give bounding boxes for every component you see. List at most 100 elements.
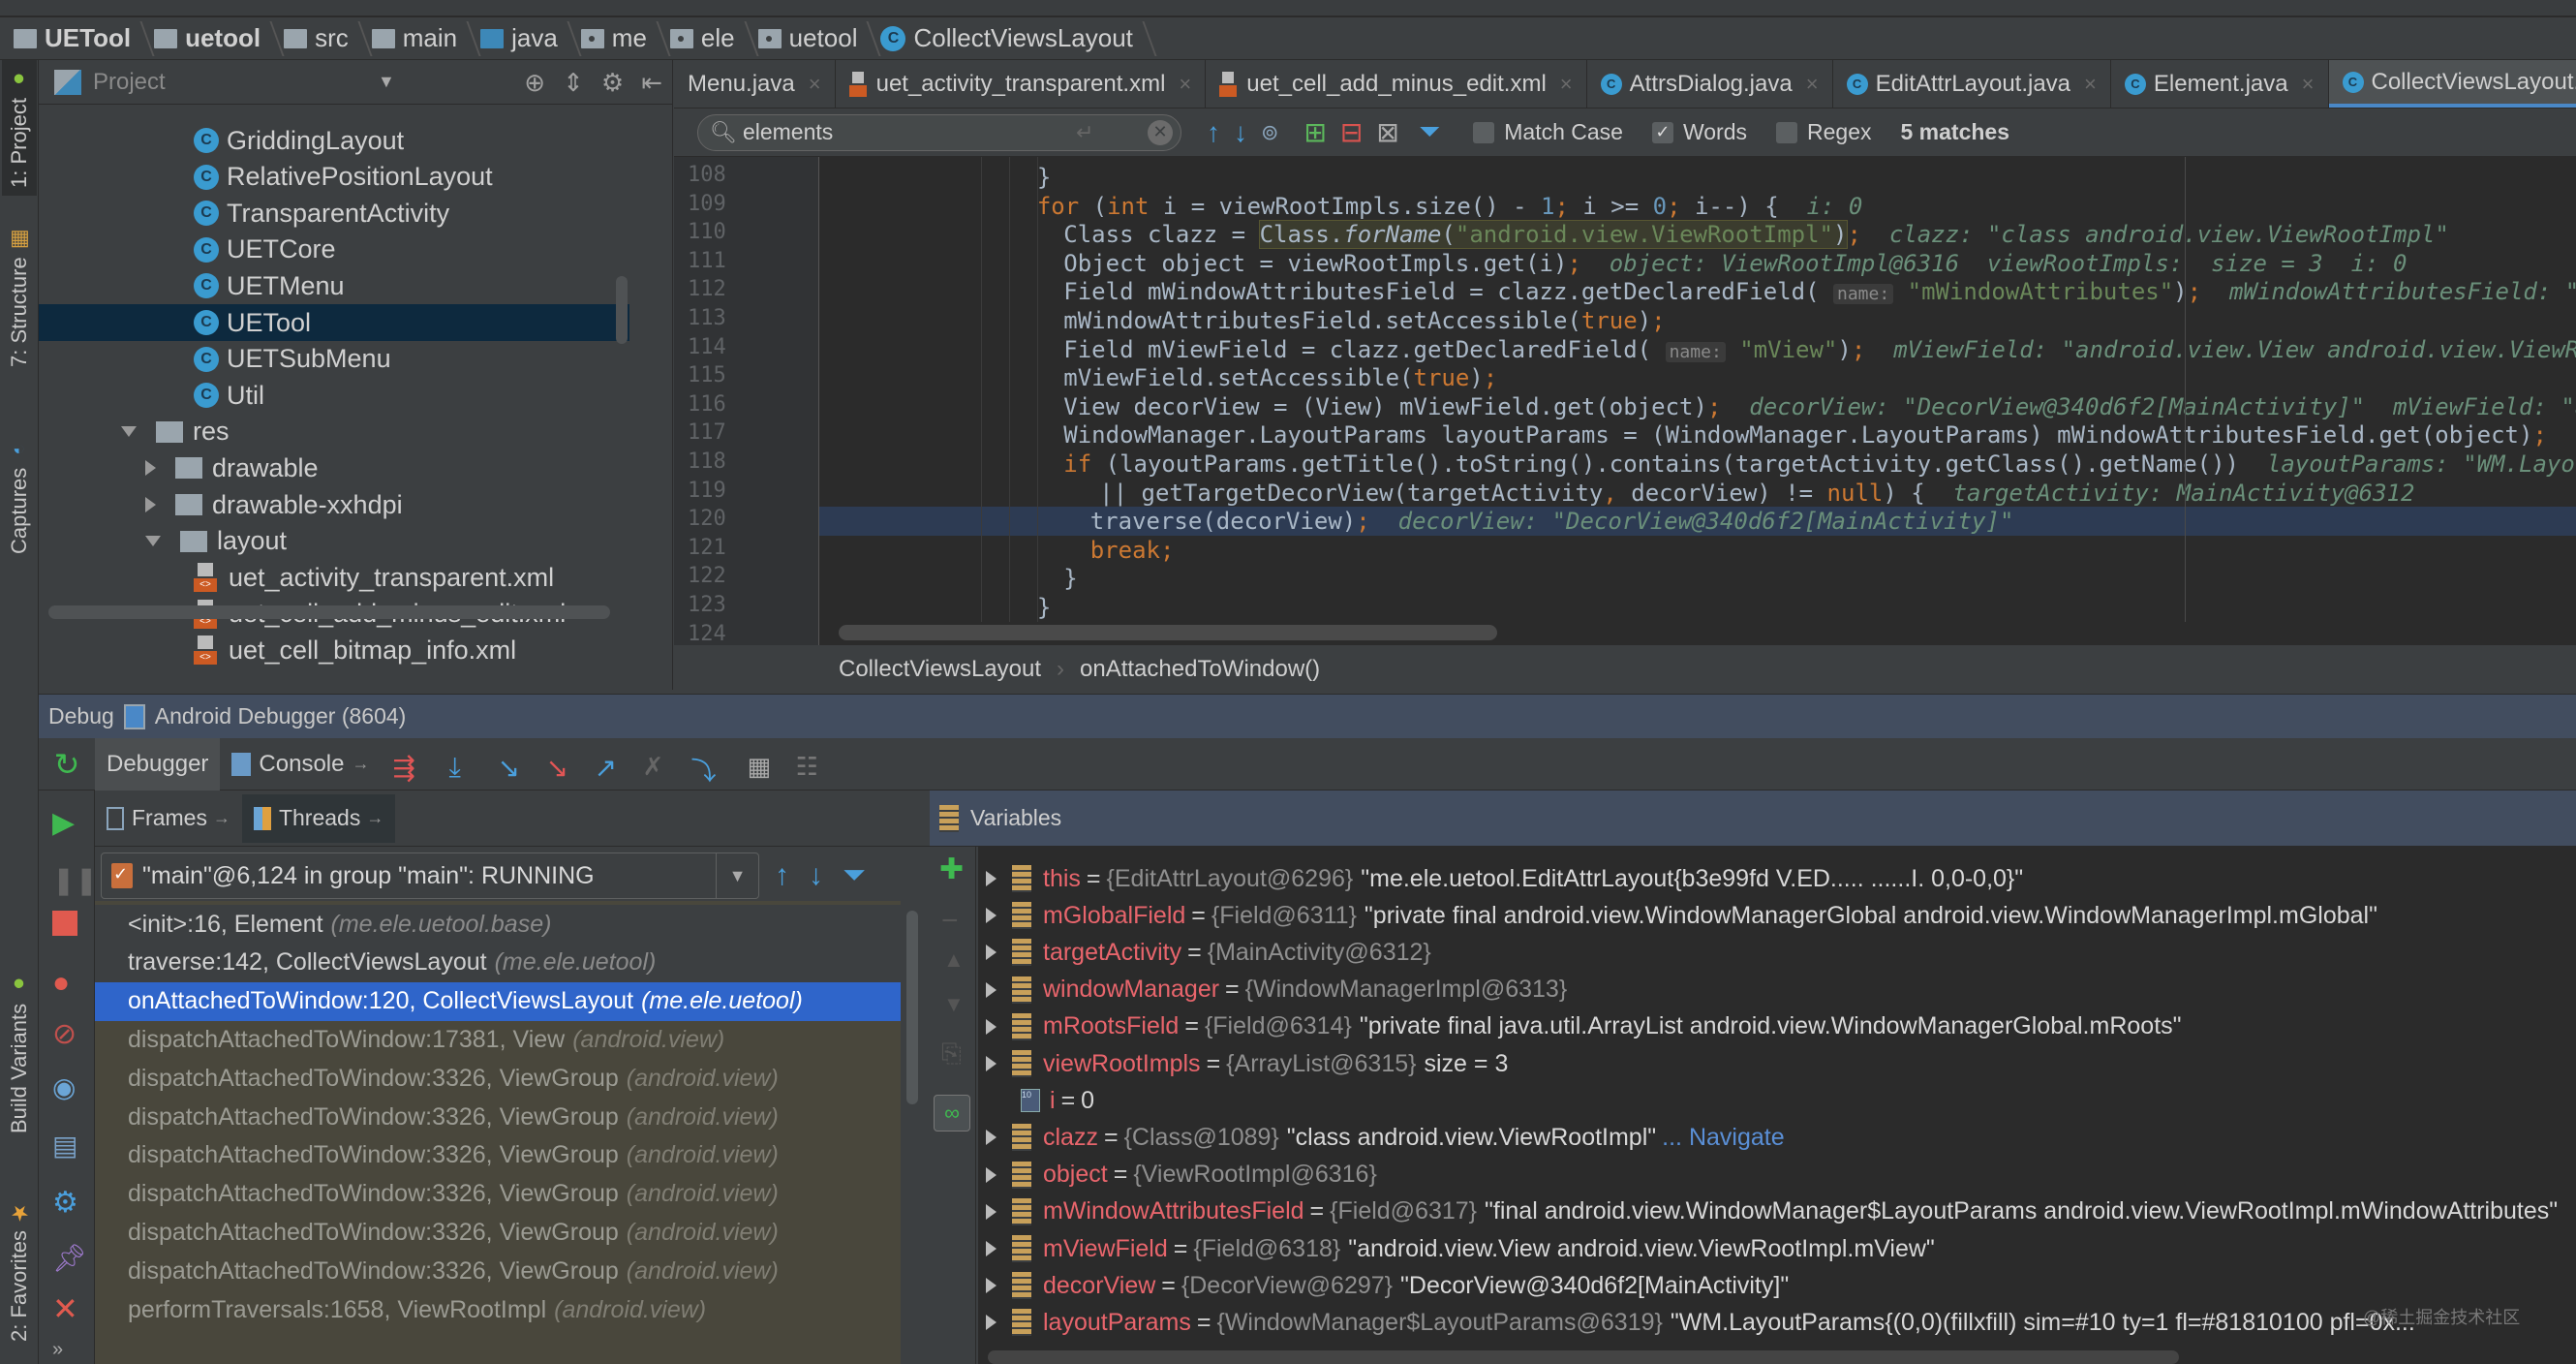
frame-row[interactable]: onAttachedToWindow:120, CollectViewsLayo… (95, 981, 901, 1021)
tree-item[interactable]: C GriddingLayout (39, 122, 629, 159)
find-input[interactable] (742, 119, 1072, 145)
pin-icon[interactable]: → (213, 808, 230, 828)
find-all-icon[interactable]: ⊚ (1261, 120, 1278, 145)
expand-arrow-icon[interactable] (986, 981, 997, 998)
collapse-arrow-icon[interactable] (145, 536, 161, 547)
project-view-selector[interactable]: Project (93, 69, 166, 96)
frame-row[interactable]: dispatchAttachedToWindow:3326, ViewGroup… (95, 1098, 901, 1136)
variable-row[interactable]: windowManager = {WindowManagerImpl@6313} (978, 972, 1567, 1008)
nav-crumb[interactable]: me (580, 17, 660, 60)
find-field[interactable]: 🔍︎ ↵ ✕ (697, 113, 1181, 151)
code-line[interactable]: Class clazz = Class.forName("android.vie… (1063, 220, 2449, 250)
hide-panel-icon[interactable]: ⇤ (641, 68, 662, 98)
frame-row[interactable]: dispatchAttachedToWindow:3326, ViewGroup… (95, 1175, 901, 1214)
code-line[interactable]: if (layoutParams.getTitle().toString().c… (1063, 450, 2576, 479)
search-icon[interactable]: 🔍︎ (710, 120, 737, 145)
regex-box[interactable] (1776, 121, 1798, 143)
tab-frames[interactable]: Frames → (95, 794, 242, 843)
code-line[interactable]: } (1037, 163, 1051, 192)
tree-item[interactable]: uet_activity_transparent.xml (39, 559, 629, 596)
nav-crumb[interactable]: C CollectViewsLayout (880, 17, 1146, 60)
trace-icon[interactable]: ☷ (795, 752, 820, 781)
tool-tab-captures[interactable]: Captures ◔ (2, 409, 37, 583)
variable-row[interactable]: viewRootImpls = {ArrayList@6315} size = 3 (978, 1045, 1508, 1082)
expand-arrow-icon[interactable] (986, 1203, 997, 1220)
words-box[interactable]: ✓ (1651, 121, 1673, 143)
new-watch-icon[interactable]: ✚ (939, 852, 964, 886)
frames-scrollbar[interactable] (906, 911, 918, 1104)
mute-breakpoints-icon[interactable]: ⊘ (52, 1017, 81, 1050)
chevron-down-icon[interactable]: ▼ (378, 72, 395, 92)
variable-row[interactable]: mRootsField = {Field@6314} "private final j… (978, 1008, 2182, 1045)
expand-arrow-icon[interactable] (986, 1315, 997, 1331)
code-line[interactable]: View decorView = (View) mViewField.get(o… (1063, 392, 2576, 421)
code-line[interactable]: break; (1090, 536, 1175, 565)
drop-frame-icon[interactable]: ✗ (642, 752, 667, 781)
move-watch-up-icon[interactable]: ▲ (943, 947, 965, 973)
step-into-icon[interactable]: ↘ (497, 752, 522, 783)
code-line[interactable]: Object object = viewRootImpls.get(i); ob… (1063, 249, 2407, 278)
restore-layout-icon[interactable]: ▤ (52, 1130, 81, 1161)
previous-occurrence-icon[interactable]: ↑ (1207, 117, 1220, 148)
code-line[interactable]: } (1063, 564, 1077, 593)
words-checkbox[interactable]: ✓ Words (1651, 119, 1747, 145)
code-line[interactable]: mViewField.setAccessible(true); (1063, 363, 1497, 392)
frame-row[interactable]: dispatchAttachedToWindow:3326, ViewGroup… (95, 1059, 901, 1098)
frame-row[interactable]: dispatchAttachedToWindow:3326, ViewGroup… (95, 1213, 901, 1252)
close-tab-icon[interactable]: × (1179, 72, 1191, 97)
code-line[interactable]: } (1037, 593, 1051, 622)
expand-arrow-icon[interactable] (986, 1130, 997, 1146)
pin-icon[interactable]: → (352, 754, 369, 774)
nav-crumb[interactable]: uetool (154, 17, 274, 60)
variable-row[interactable]: decorView = {DecorView@6297} "DecorView@340… (978, 1267, 1789, 1304)
tool-tab-project[interactable]: 1: Project ● (2, 60, 37, 196)
expand-arrow-icon[interactable] (986, 1241, 997, 1256)
match-case-checkbox[interactable]: Match Case (1473, 119, 1623, 145)
show-execution-point-icon[interactable]: ⇶ (392, 752, 417, 783)
step-out-icon[interactable]: ↗ (594, 752, 619, 783)
variable-row[interactable]: targetActivity = {MainActivity@6312} (978, 934, 1431, 971)
frame-row[interactable]: <init>:16, Element (me.ele.uetool.base) (95, 905, 901, 944)
tree-item[interactable]: C UETSubMenu (39, 341, 629, 378)
close-tab-icon[interactable]: × (809, 72, 821, 97)
variable-row[interactable]: layoutParams = {WindowManager$LayoutParams… (978, 1304, 2415, 1341)
variable-row[interactable]: mGlobalField = {Field@6311} "private final … (978, 897, 2377, 934)
filter-icon[interactable]: ⏷ (1419, 116, 1440, 148)
move-watch-down-icon[interactable]: ▼ (943, 992, 965, 1017)
variable-row[interactable]: object = {ViewRootImpl@6316} (978, 1157, 1377, 1194)
editor-tab[interactable]: C CollectViewsLayout.java (2328, 60, 2576, 108)
editor-tab[interactable]: C EditAttrLayout.java × (1833, 60, 2111, 108)
tab-threads[interactable]: Threads → (241, 793, 396, 843)
gear-icon[interactable]: ⚙ (601, 68, 624, 98)
tree-item[interactable]: C UETMenu (39, 267, 629, 304)
tree-item[interactable]: C RelativePositionLayout (39, 159, 629, 196)
force-step-into-icon[interactable]: ↘ (545, 752, 570, 783)
expand-arrow-icon[interactable] (986, 1278, 997, 1294)
expand-arrow-icon[interactable] (145, 460, 156, 477)
tree-item[interactable]: drawable (39, 450, 629, 486)
match-case-box[interactable] (1473, 121, 1495, 143)
previous-frame-icon[interactable]: ↑ (775, 859, 789, 892)
frame-row[interactable]: dispatchAttachedToWindow:17381, View (and… (95, 1020, 901, 1059)
line-number-gutter[interactable]: 108 109 110 111 112 113 114 115 116 117 118 119 120 1… (674, 157, 819, 645)
code-line[interactable]: mWindowAttributesField.setAccessible(tru… (1063, 306, 1665, 335)
collapse-arrow-icon[interactable] (121, 426, 137, 438)
locate-icon[interactable]: ⊕ (524, 68, 545, 98)
close-tab-icon[interactable]: × (1560, 72, 1573, 97)
tree-item[interactable]: res (39, 414, 629, 450)
resume-icon[interactable]: ▶ (52, 806, 81, 839)
code-line[interactable]: Field mViewField = clazz.getDeclaredFiel… (1063, 335, 2576, 364)
close-icon[interactable]: ✕ (52, 1290, 81, 1326)
variable-row[interactable]: mWindowAttributesField = {Field@6317} "fina… (978, 1194, 2558, 1230)
more-icon[interactable]: » (52, 1339, 81, 1364)
remove-watch-icon[interactable]: − (941, 905, 959, 938)
code-line[interactable]: WindowManager.LayoutParams layoutParams … (1063, 420, 2576, 450)
variable-row[interactable]: 10 i = 0 (978, 1082, 1094, 1119)
code-line[interactable]: Field mWindowAttributesField = clazz.get… (1063, 277, 2576, 306)
code-editor[interactable]: 108 109 110 111 112 113 114 115 116 117 118 119 120 1… (674, 157, 2576, 645)
pause-icon[interactable]: ❚❚ (52, 864, 98, 895)
run-to-cursor-icon[interactable]: ⤵ (690, 752, 716, 786)
select-all-occurrences-icon[interactable]: ⊠ (1376, 116, 1398, 148)
get-thread-dump-icon[interactable]: ◉ (52, 1071, 81, 1102)
editor-tab[interactable]: C Element.java × (2111, 60, 2329, 108)
